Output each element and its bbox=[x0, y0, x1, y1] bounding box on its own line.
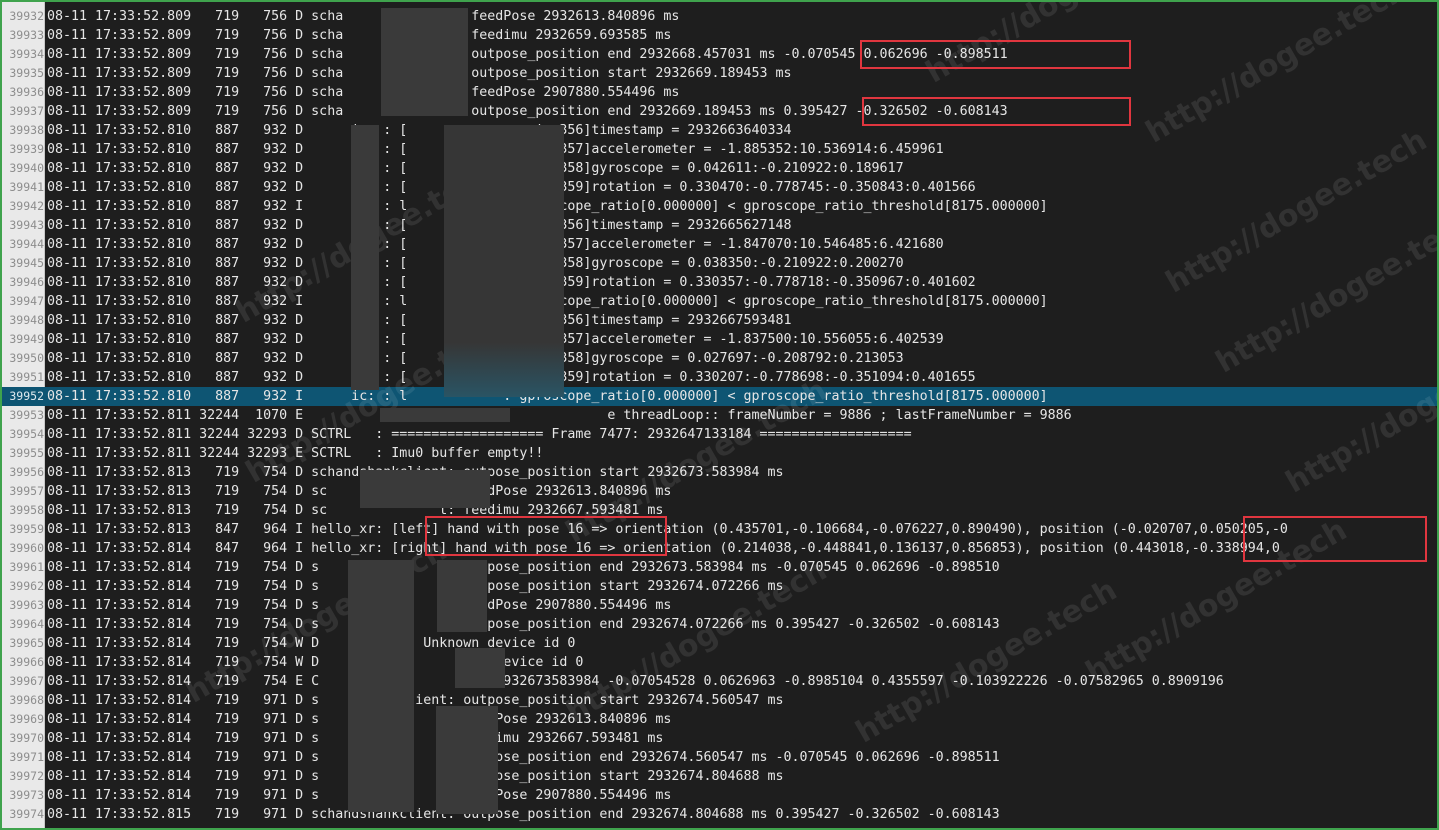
log-text: 08-11 17:33:52.809 719 756 D scha ient: … bbox=[47, 85, 680, 100]
line-number: 39940 bbox=[9, 161, 44, 175]
log-line[interactable]: 39953 08-11 17:33:52.811 32244 1070 E e: … bbox=[2, 406, 1437, 425]
log-line[interactable]: 3994008-11 17:33:52.810 887 932 D ic: : … bbox=[2, 159, 1437, 178]
redaction-block bbox=[380, 408, 510, 422]
log-line[interactable]: 39958 08-11 17:33:52.813 719 754 D sc t: … bbox=[2, 501, 1437, 520]
line-number: 39937 bbox=[9, 104, 44, 118]
log-line[interactable]: 39948 08-11 17:33:52.810 887 932 D ic: : … bbox=[2, 311, 1437, 330]
line-number: 39969 bbox=[9, 712, 44, 726]
line-number: 39972 bbox=[9, 769, 44, 783]
log-text: 08-11 17:33:52.814 719 971 D s ank t: ou… bbox=[47, 750, 1000, 765]
line-number: 39952 bbox=[2, 387, 44, 406]
log-line[interactable]: 3994108-11 17:33:52.810 887 932 D ic: : … bbox=[2, 178, 1437, 197]
line-number: 39957 bbox=[9, 484, 44, 498]
log-line[interactable]: 39974 08-11 17:33:52.815 719 971 D schand… bbox=[2, 805, 1437, 824]
redaction-block bbox=[444, 125, 564, 397]
redaction-block bbox=[348, 560, 414, 812]
log-text: 08-11 17:33:52.813 847 964 I hello_xr: [… bbox=[47, 522, 1288, 537]
line-number: 39938 bbox=[9, 123, 44, 137]
line-number: 39948 bbox=[9, 313, 44, 327]
log-text: 08-11 17:33:52.814 719 754 D s an t: out… bbox=[47, 560, 1000, 575]
log-line[interactable]: 3996908-11 17:33:52.814 719 971 D s ank … bbox=[2, 710, 1437, 729]
log-text: 08-11 17:33:52.809 719 756 D scha ient: … bbox=[47, 9, 680, 24]
line-number: 39946 bbox=[9, 275, 44, 289]
line-number: 39966 bbox=[9, 655, 44, 669]
line-number: 39944 bbox=[9, 237, 44, 251]
log-text: 08-11 17:33:52.810 887 932 D ic: : [ mai… bbox=[47, 313, 792, 328]
line-number: 39941 bbox=[9, 180, 44, 194]
line-number: 39951 bbox=[9, 370, 44, 384]
line-number: 39967 bbox=[9, 674, 44, 688]
log-line[interactable]: 39959 08-11 17:33:52.813 847 964 I hello_… bbox=[2, 520, 1437, 539]
log-line[interactable]: 3997008-11 17:33:52.814 719 971 D s ank … bbox=[2, 729, 1437, 748]
line-number: 39934 bbox=[9, 47, 44, 61]
redaction-block bbox=[437, 560, 487, 632]
line-number: 39950 bbox=[9, 351, 44, 365]
log-text: 08-11 17:33:52.811 32244 1070 E e: h e t… bbox=[47, 408, 1072, 423]
log-line[interactable]: 39972 08-11 17:33:52.814 719 971 D s ank … bbox=[2, 767, 1437, 786]
line-number: 39956 bbox=[9, 465, 44, 479]
line-number: 39932 bbox=[9, 9, 44, 23]
redaction-block bbox=[381, 8, 468, 116]
log-line[interactable]: 3994208-11 17:33:52.810 887 932 I ic: : … bbox=[2, 197, 1437, 216]
line-number: 39961 bbox=[9, 560, 44, 574]
line-number: 39933 bbox=[9, 28, 44, 42]
log-line[interactable]: 39961 08-11 17:33:52.814 719 754 D s an t… bbox=[2, 558, 1437, 577]
log-line[interactable]: 3994708-11 17:33:52.810 887 932 I ic: : … bbox=[2, 292, 1437, 311]
line-number: 39959 bbox=[9, 522, 44, 536]
redaction-block bbox=[351, 125, 379, 390]
line-number: 39955 bbox=[9, 446, 44, 460]
line-number: 39965 bbox=[9, 636, 44, 650]
highlight-box bbox=[860, 40, 1131, 69]
redaction-block bbox=[360, 470, 490, 508]
line-number: 39970 bbox=[9, 731, 44, 745]
log-text: 08-11 17:33:52.814 719 754 D s an t: out… bbox=[47, 617, 1000, 632]
line-number: 39949 bbox=[9, 332, 44, 346]
log-line[interactable]: 39932 08-11 17:33:52.809 719 756 D scha i… bbox=[2, 7, 1437, 26]
log-text: 08-11 17:33:52.809 719 756 D scha ient: … bbox=[47, 28, 672, 43]
line-number: 39936 bbox=[9, 85, 44, 99]
line-number: 39942 bbox=[9, 199, 44, 213]
log-line[interactable]: 3997308-11 17:33:52.814 719 971 D s ank … bbox=[2, 786, 1437, 805]
redaction-block bbox=[436, 706, 498, 814]
log-line[interactable]: 39934 08-11 17:33:52.809 719 756 D scha i… bbox=[2, 45, 1437, 64]
log-line[interactable]: 3994608-11 17:33:52.810 887 932 D ic: : … bbox=[2, 273, 1437, 292]
log-line[interactable]: 39933 08-11 17:33:52.809 719 756 D scha i… bbox=[2, 26, 1437, 45]
line-number: 39971 bbox=[9, 750, 44, 764]
log-line[interactable]: 39971 08-11 17:33:52.814 719 971 D s ank … bbox=[2, 748, 1437, 767]
line-number: 39963 bbox=[9, 598, 44, 612]
line-number: 39964 bbox=[9, 617, 44, 631]
line-number: 39945 bbox=[9, 256, 44, 270]
line-number: 39935 bbox=[9, 66, 44, 80]
log-line-selected[interactable]: 39952 08-11 17:33:52.810 887 932 I ic: : … bbox=[2, 387, 1437, 406]
line-number: 39939 bbox=[9, 142, 44, 156]
log-text-area[interactable]: 39932 08-11 17:33:52.809 719 756 D scha i… bbox=[2, 7, 1437, 824]
log-text: 08-11 17:33:52.810 887 932 D ic: : [ mai… bbox=[47, 123, 792, 138]
line-number: 39974 bbox=[9, 807, 44, 821]
line-number: 39953 bbox=[9, 408, 44, 422]
line-number: 39958 bbox=[9, 503, 44, 517]
highlight-box bbox=[862, 97, 1131, 126]
line-number: 39943 bbox=[9, 218, 44, 232]
log-line[interactable]: 39960 08-11 17:33:52.814 847 964 I hello_… bbox=[2, 539, 1437, 558]
log-line[interactable]: 3995708-11 17:33:52.813 719 754 D sc t: … bbox=[2, 482, 1437, 501]
line-number: 39960 bbox=[9, 541, 44, 555]
log-text: 08-11 17:33:52.814 719 971 D s ank t: ou… bbox=[47, 769, 784, 784]
line-number: 39968 bbox=[9, 693, 44, 707]
log-line[interactable]: 3993908-11 17:33:52.810 887 932 D ic: : … bbox=[2, 140, 1437, 159]
line-number: 39973 bbox=[9, 788, 44, 802]
highlight-box bbox=[425, 516, 667, 556]
redaction-block bbox=[455, 648, 505, 688]
line-number: 39954 bbox=[9, 427, 44, 441]
line-number: 39962 bbox=[9, 579, 44, 593]
line-number: 39947 bbox=[9, 294, 44, 308]
log-line[interactable]: 39943 08-11 17:33:52.810 887 932 D ic: : … bbox=[2, 216, 1437, 235]
log-text: 08-11 17:33:52.814 719 971 D s ankclient… bbox=[47, 693, 784, 708]
log-line[interactable]: 39938 08-11 17:33:52.810 887 932 D ic: : … bbox=[2, 121, 1437, 140]
log-viewer-window: 39932 08-11 17:33:52.809 719 756 D scha i… bbox=[0, 0, 1439, 830]
highlight-box bbox=[1243, 516, 1427, 562]
log-text: 08-11 17:33:52.815 719 971 D schandshank… bbox=[47, 807, 1000, 822]
